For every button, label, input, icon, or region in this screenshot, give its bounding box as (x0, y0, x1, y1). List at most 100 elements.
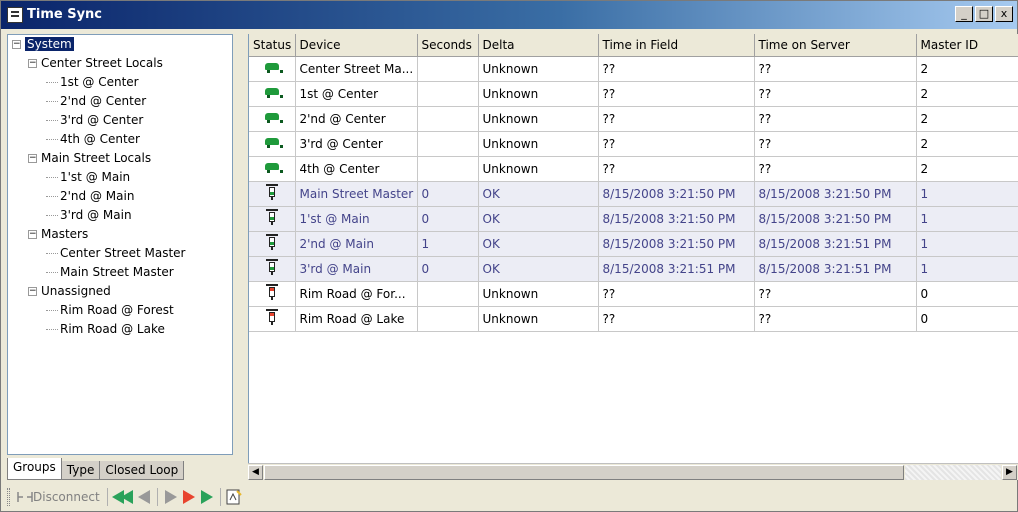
toolbar-separator-3 (219, 488, 221, 506)
tree-group[interactable]: − Center Street Locals (8, 54, 232, 73)
tree-connector (46, 215, 58, 216)
time-on-server-cell: ?? (754, 81, 917, 107)
time-in-field-cell: ?? (598, 56, 755, 82)
table-row[interactable]: 2'nd @ Main 1 OK 8/15/2008 3:21:50 PM 8/15/2… (249, 231, 1018, 257)
status-cell (249, 206, 296, 232)
device-cell: Main Street Master (295, 181, 418, 207)
seconds-cell (417, 156, 479, 182)
seconds-cell (417, 131, 479, 157)
disconnect-button[interactable]: Disconnect (14, 486, 103, 508)
collapse-box-icon[interactable]: − (28, 287, 37, 296)
scroll-track[interactable] (905, 465, 1001, 480)
tree-group[interactable]: − Masters (8, 225, 232, 244)
table-row[interactable]: 1st @ Center Unknown???? 2 (249, 81, 1018, 107)
column-header-time-in-field[interactable]: Time in Field (598, 34, 755, 57)
collapse-box-icon[interactable]: − (28, 154, 37, 163)
toolbar-grip[interactable] (7, 488, 10, 506)
collapse-box-icon[interactable]: − (28, 59, 37, 68)
tab-groups[interactable]: Groups (7, 458, 62, 480)
table-row[interactable]: 4th @ Center Unknown???? 2 (249, 156, 1018, 182)
table-row[interactable]: 2'nd @ Center Unknown???? 2 (249, 106, 1018, 132)
next-arrow-icon[interactable] (164, 490, 177, 504)
time-in-field-cell: ?? (598, 106, 755, 132)
table-row[interactable]: Center Street Ma... Unknown???? 2 (249, 56, 1018, 82)
close-button[interactable]: x (995, 6, 1013, 22)
tree-item[interactable]: 3'rd @ Center (8, 111, 232, 130)
device-cell: 3'rd @ Main (295, 256, 418, 282)
status-cell (249, 231, 296, 257)
tree-connector (46, 196, 58, 197)
tree-item[interactable]: Main Street Master (8, 263, 232, 282)
group-tree-panel[interactable]: − System − Center Street Locals 1st @ Center… (7, 34, 233, 455)
tree-item-label: Main Street Master (60, 265, 174, 279)
tree-item-label: 3'rd @ Center (60, 113, 144, 127)
status-cell (249, 56, 296, 82)
table-row[interactable]: 3'rd @ Main 0 OK 8/15/2008 3:21:51 PM 8/15/2… (249, 256, 1018, 282)
time-in-field-cell: ?? (598, 306, 755, 332)
red-next-arrow-icon[interactable] (182, 490, 195, 504)
table-row[interactable]: Rim Road @ For... Unknown???? 0 (249, 281, 1018, 307)
tree-item[interactable]: 1st @ Center (8, 73, 232, 92)
tree-item[interactable]: Rim Road @ Lake (8, 320, 232, 339)
tree-item[interactable]: 3'rd @ Main (8, 206, 232, 225)
column-header-time-on-server[interactable]: Time on Server (754, 34, 917, 57)
status-cell (249, 281, 296, 307)
status-cell (249, 131, 296, 157)
time-in-field-cell: 8/15/2008 3:21:50 PM (598, 206, 755, 232)
column-header-device[interactable]: Device (295, 34, 418, 57)
tree-item[interactable]: 2'nd @ Main (8, 187, 232, 206)
toolbar-separator-2 (156, 488, 158, 506)
tree-item-label: 2'nd @ Center (60, 94, 147, 108)
tree-item[interactable]: 1'st @ Main (8, 168, 232, 187)
delta-cell: Unknown (478, 306, 599, 332)
master-id-cell: 2 (916, 106, 1018, 132)
tree-item[interactable]: 4th @ Center (8, 130, 232, 149)
time-sync-window: Time Sync _ □ x − System − Center Street Lo… (0, 0, 1018, 512)
device-cell: 1st @ Center (295, 81, 418, 107)
tree-group[interactable]: − Main Street Locals (8, 149, 232, 168)
collapse-box-icon[interactable]: − (28, 230, 37, 239)
master-id-cell: 1 (916, 256, 1018, 282)
column-header-delta[interactable]: Delta (478, 34, 599, 57)
table-row[interactable]: Rim Road @ Lake Unknown???? 0 (249, 306, 1018, 332)
time-on-server-cell: 8/15/2008 3:21:50 PM (754, 206, 917, 232)
table-row[interactable]: Main Street Master 0 OK 8/15/2008 3:21:50 P… (249, 181, 1018, 207)
previous-arrow-icon[interactable] (137, 490, 150, 504)
window-controls: _ □ x (955, 6, 1013, 22)
tree-group-label: Unassigned (41, 284, 111, 298)
device-cell: 2'nd @ Center (295, 106, 418, 132)
maximize-button[interactable]: □ (975, 6, 993, 22)
tree-item[interactable]: 2'nd @ Center (8, 92, 232, 111)
tree-item[interactable]: Center Street Master (8, 244, 232, 263)
collapse-box-icon[interactable]: − (12, 40, 21, 49)
scroll-right-arrow-icon[interactable]: ▶ (1002, 465, 1017, 480)
column-header-master-id[interactable]: Master ID (916, 34, 1018, 57)
master-id-cell: 2 (916, 156, 1018, 182)
device-grid[interactable]: Status Device Seconds Delta Time in Fiel… (248, 34, 1018, 463)
delta-cell: Unknown (478, 81, 599, 107)
title-bar[interactable]: Time Sync _ □ x (1, 1, 1017, 29)
tree-item[interactable]: Rim Road @ Forest (8, 301, 232, 320)
delta-cell: OK (478, 206, 599, 232)
status-cell (249, 156, 296, 182)
tab-closed-loop[interactable]: Closed Loop (99, 461, 185, 480)
group-tree[interactable]: − System − Center Street Locals 1st @ Center… (8, 35, 232, 339)
horizontal-scrollbar[interactable]: ◀ ▶ (248, 463, 1018, 480)
reports-icon[interactable] (225, 488, 243, 506)
table-row[interactable]: 3'rd @ Center Unknown???? 2 (249, 131, 1018, 157)
tree-item-label: 1'st @ Main (60, 170, 131, 184)
tree-connector (46, 329, 58, 330)
column-header-status[interactable]: Status (249, 34, 296, 57)
tree-root-system[interactable]: − System (8, 35, 232, 54)
minimize-button[interactable]: _ (955, 6, 973, 22)
first-button[interactable] (111, 490, 133, 504)
tab-type[interactable]: Type (60, 461, 101, 480)
column-header-seconds[interactable]: Seconds (417, 34, 479, 57)
tree-group[interactable]: − Unassigned (8, 282, 232, 301)
scroll-thumb[interactable] (264, 465, 904, 480)
device-cell: 1'st @ Main (295, 206, 418, 232)
table-row[interactable]: 1'st @ Main 0 OK 8/15/2008 3:21:50 PM 8/15/2… (249, 206, 1018, 232)
time-on-server-cell: ?? (754, 56, 917, 82)
last-arrow-icon[interactable] (200, 490, 213, 504)
scroll-left-arrow-icon[interactable]: ◀ (248, 465, 263, 480)
